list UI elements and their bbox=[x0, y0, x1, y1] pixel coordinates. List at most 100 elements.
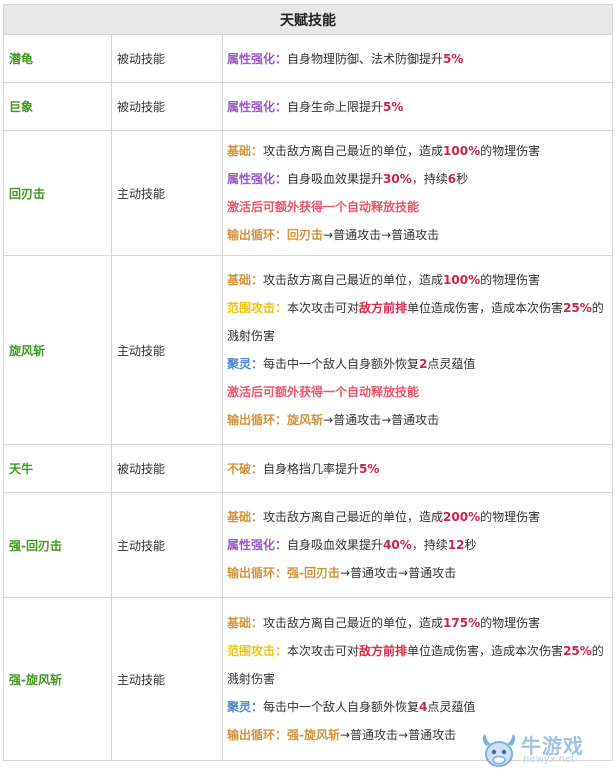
skill-name: 天牛 bbox=[3, 444, 112, 493]
text-segment: 输出循环： bbox=[227, 413, 288, 427]
text-segment: 旋风斩 bbox=[287, 413, 324, 427]
table-row: 天牛 被动技能 不破：自身格挡几率提升5% bbox=[3, 444, 613, 493]
text-segment: 单位造成伤害，造成本次伤害 bbox=[407, 644, 564, 658]
text-segment: 自身生命上限提升 bbox=[287, 99, 384, 114]
text-segment: 100% bbox=[443, 144, 481, 158]
description-line: 基础：攻击敌方离自己最近的单位，造成100%的物理伤害 bbox=[227, 137, 608, 165]
text-segment: 攻击敌方离自己最近的单位，造成 bbox=[263, 144, 444, 158]
site-watermark: 牛游戏 newyx.net bbox=[477, 730, 607, 770]
text-segment: 的物理伤害 bbox=[480, 144, 541, 158]
text-segment: 自身格挡几率提升 bbox=[263, 461, 360, 476]
text-segment: 40% bbox=[383, 538, 412, 552]
text-segment: 攻击敌方离自己最近的单位，造成 bbox=[263, 273, 444, 287]
text-segment: 秒 bbox=[464, 538, 477, 552]
table-row: 旋风斩 主动技能 基础：攻击敌方离自己最近的单位，造成100%的物理伤害 范围攻击：本… bbox=[3, 255, 613, 445]
description-line: 基础：攻击敌方离自己最近的单位，造成200%的物理伤害 bbox=[227, 503, 608, 531]
description-line: 输出循环：旋风斩→普通攻击→普通攻击 bbox=[227, 406, 608, 434]
table-row: 回刃击 主动技能 基础：攻击敌方离自己最近的单位，造成100%的物理伤害 属性强化：自… bbox=[3, 130, 613, 256]
description-line: 聚灵：每击中一个敌人自身额外恢复4点灵蕴值 bbox=[227, 693, 608, 721]
text-segment: 秒 bbox=[456, 172, 469, 186]
text-segment: 25% bbox=[563, 644, 592, 658]
table-title: 天赋技能 bbox=[3, 4, 613, 35]
table-title-row: 天赋技能 bbox=[3, 4, 613, 35]
text-segment: 的物理伤害 bbox=[480, 510, 541, 524]
skill-description: 不破：自身格挡几率提升5% bbox=[222, 444, 613, 493]
table-row: 强-回刃击 主动技能 基础：攻击敌方离自己最近的单位，造成200%的物理伤害属性强化… bbox=[3, 492, 613, 598]
text-segment: 5% bbox=[359, 461, 380, 476]
description-line: 不破：自身格挡几率提升5% bbox=[227, 455, 608, 483]
text-segment: 175% bbox=[443, 616, 481, 630]
text-segment: 聚灵： bbox=[227, 700, 264, 714]
text-segment: 激活后可额外获得一个自动释放技能 bbox=[227, 385, 420, 399]
text-segment: 属性强化： bbox=[227, 538, 288, 552]
skill-description: 属性强化：自身物理防御、法术防御提升5% bbox=[222, 34, 613, 83]
text-segment: 强-回刃击 bbox=[287, 566, 340, 580]
text-segment: 单位造成伤害，造成本次伤害 bbox=[407, 301, 564, 315]
text-segment: 5% bbox=[443, 51, 464, 66]
text-segment: 30% bbox=[383, 172, 412, 186]
text-segment: 点灵蕴值 bbox=[427, 700, 476, 714]
talent-skills-table: 天赋技能 潜龟 被动技能 属性强化：自身物理防御、法术防御提升5% 巨象 被动技能 属性强… bbox=[3, 4, 613, 761]
skill-type: 主动技能 bbox=[111, 597, 223, 761]
description-line: 基础：攻击敌方离自己最近的单位，造成175%的物理伤害 bbox=[227, 609, 608, 637]
text-segment: →普通攻击→普通攻击 bbox=[340, 728, 457, 742]
text-segment: 强-旋风斩 bbox=[287, 728, 340, 742]
text-segment: 的 bbox=[591, 644, 604, 658]
description-line: 溅射伤害 bbox=[227, 665, 608, 693]
skill-type: 主动技能 bbox=[111, 255, 223, 445]
text-segment: 敌方前排 bbox=[359, 301, 408, 315]
text-segment: →普通攻击→普通攻击 bbox=[323, 413, 440, 427]
text-segment: 溅射伤害 bbox=[227, 329, 276, 343]
text-segment: ，持续 bbox=[411, 172, 448, 186]
skill-name: 强-旋风斩 bbox=[3, 597, 112, 761]
table-row: 巨象 被动技能 属性强化：自身生命上限提升5% bbox=[3, 82, 613, 131]
text-segment: 范围攻击： bbox=[227, 301, 288, 315]
skill-description: 基础：攻击敌方离自己最近的单位，造成100%的物理伤害 属性强化：自身吸血效果提升… bbox=[222, 130, 613, 256]
description-line: 输出循环：强-回刃击→普通攻击→普通攻击 bbox=[227, 559, 608, 587]
text-segment: 攻击敌方离自己最近的单位，造成 bbox=[263, 510, 444, 524]
text-segment: 攻击敌方离自己最近的单位，造成 bbox=[263, 616, 444, 630]
text-segment: 激活后可额外获得一个自动释放技能 bbox=[227, 200, 420, 214]
skill-type: 主动技能 bbox=[111, 130, 223, 256]
text-segment: 基础： bbox=[227, 510, 264, 524]
description-line: 范围攻击：本次攻击可对敌方前排单位造成伤害，造成本次伤害25%的 bbox=[227, 294, 608, 322]
description-line: 属性强化：自身生命上限提升5% bbox=[227, 93, 608, 121]
text-segment: 自身吸血效果提升 bbox=[287, 172, 384, 186]
text-segment: 聚灵： bbox=[227, 357, 264, 371]
text-segment: 溅射伤害 bbox=[227, 672, 276, 686]
text-segment: 输出循环： bbox=[227, 566, 288, 580]
text-segment: 输出循环： bbox=[227, 228, 288, 242]
description-line: 基础：攻击敌方离自己最近的单位，造成100%的物理伤害 bbox=[227, 266, 608, 294]
table-row: 潜龟 被动技能 属性强化：自身物理防御、法术防御提升5% bbox=[3, 34, 613, 83]
text-segment: 5% bbox=[383, 99, 404, 114]
description-line: 范围攻击：本次攻击可对敌方前排单位造成伤害，造成本次伤害25%的 bbox=[227, 637, 608, 665]
text-segment: 的物理伤害 bbox=[480, 616, 541, 630]
text-segment: 自身吸血效果提升 bbox=[287, 538, 384, 552]
skill-description: 基础：攻击敌方离自己最近的单位，造成200%的物理伤害属性强化：自身吸血效果提升… bbox=[222, 492, 613, 598]
text-segment: 属性强化： bbox=[227, 51, 288, 66]
text-segment: 不破： bbox=[227, 461, 264, 476]
skill-type: 被动技能 bbox=[111, 444, 223, 493]
text-segment: 12 bbox=[447, 538, 465, 552]
text-segment: 6 bbox=[447, 172, 457, 186]
text-segment: 每击中一个敌人自身额外恢复 bbox=[263, 357, 420, 371]
description-line: 聚灵：每击中一个敌人自身额外恢复2点灵蕴值 bbox=[227, 350, 608, 378]
skill-name: 回刃击 bbox=[3, 130, 112, 256]
text-segment: 25% bbox=[563, 301, 592, 315]
text-segment: 本次攻击可对 bbox=[287, 644, 360, 658]
text-segment: 基础： bbox=[227, 144, 264, 158]
skill-type: 主动技能 bbox=[111, 492, 223, 598]
text-segment: 敌方前排 bbox=[359, 644, 408, 658]
text-segment: 基础： bbox=[227, 273, 264, 287]
text-segment: →普通攻击→普通攻击 bbox=[340, 566, 457, 580]
skill-description: 基础：攻击敌方离自己最近的单位，造成100%的物理伤害 范围攻击：本次攻击可对敌方… bbox=[222, 255, 613, 445]
skill-description: 属性强化：自身生命上限提升5% bbox=[222, 82, 613, 131]
table-body: 天赋技能 潜龟 被动技能 属性强化：自身物理防御、法术防御提升5% 巨象 被动技能 属性强… bbox=[3, 4, 613, 761]
text-segment: 100% bbox=[443, 273, 481, 287]
text-segment: 基础： bbox=[227, 616, 264, 630]
text-segment: 本次攻击可对 bbox=[287, 301, 360, 315]
text-segment: 回刃击 bbox=[287, 228, 324, 242]
text-segment: 的 bbox=[591, 301, 604, 315]
bull-mascot-icon bbox=[482, 734, 516, 767]
text-segment: 自身物理防御、法术防御提升 bbox=[287, 51, 444, 66]
